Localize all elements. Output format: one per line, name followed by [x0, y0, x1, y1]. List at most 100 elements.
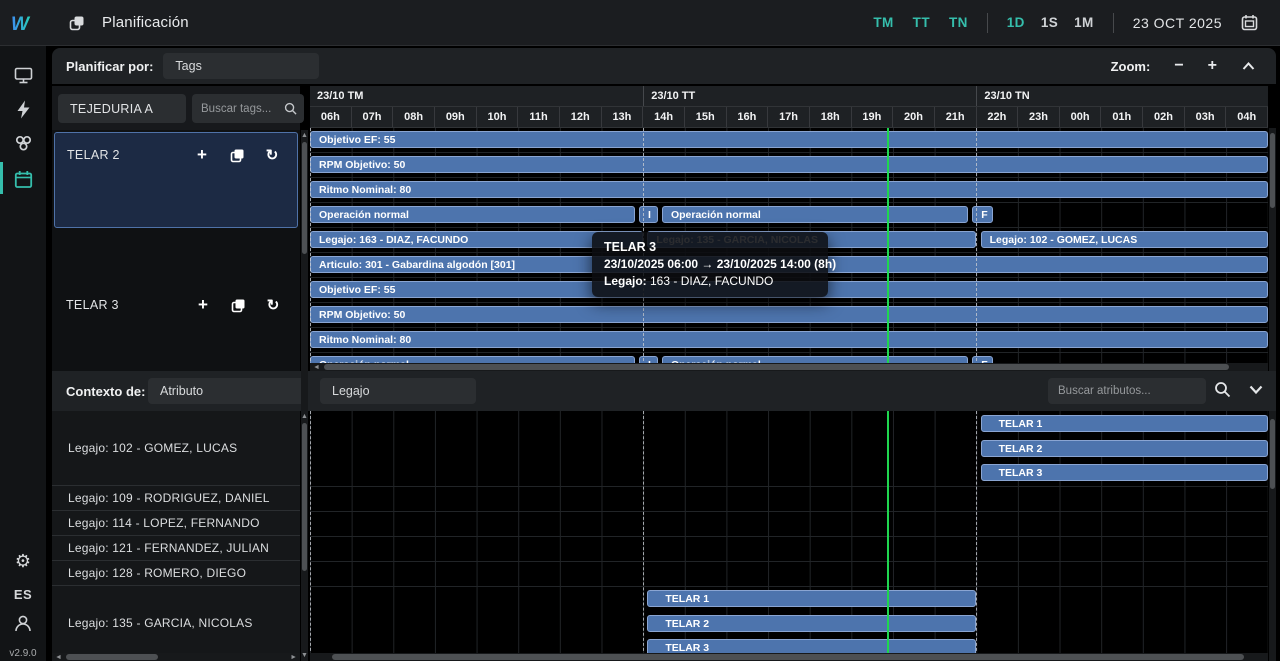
resource-vscrollbar: ▲ — [301, 130, 308, 417]
scrollbar-thumb[interactable] — [332, 654, 1244, 660]
scrollbar-thumb[interactable] — [302, 142, 307, 254]
sidebar-item-settings[interactable]: ⚙ — [0, 546, 46, 576]
context-attribute-select[interactable]: Atributo — [148, 378, 306, 404]
main-area: Planificar por: Tags Zoom: − + TEJEDURIA… — [46, 46, 1280, 661]
gantt-bar[interactable]: I — [639, 206, 658, 223]
gantt-bar[interactable]: TELAR 1 — [981, 415, 1268, 432]
current-time-line — [887, 411, 889, 661]
hour-cell: 18h — [810, 107, 852, 127]
expand-panel-button[interactable] — [1248, 384, 1264, 396]
scroll-right-arrow[interactable]: ► — [290, 654, 297, 661]
duplicate-icon[interactable] — [228, 146, 246, 164]
shift-segment: 23/10 TN — [976, 86, 1268, 106]
scroll-up-arrow[interactable]: ▲ — [301, 413, 308, 420]
resource-name: TELAR 2 — [67, 148, 120, 162]
tag-search-placeholder: Buscar tags... — [201, 103, 271, 115]
attribute-search-button[interactable] — [1214, 381, 1231, 398]
scrollbar-thumb[interactable] — [1270, 133, 1275, 208]
range-button-1d[interactable]: 1D — [1007, 15, 1025, 30]
gantt-bar[interactable]: RPM Objetivo: 50 — [310, 306, 1268, 323]
refresh-button[interactable]: ↻ — [263, 146, 281, 164]
refresh-button[interactable]: ↻ — [264, 296, 282, 314]
gantt-bar[interactable]: TELAR 2 — [981, 440, 1268, 457]
add-task-button[interactable]: + — [193, 146, 211, 164]
gantt-bar[interactable]: TELAR 2 — [647, 615, 976, 632]
list-item[interactable]: Legajo: 114 - LOPEZ, FERNANDO — [52, 511, 300, 536]
scrollbar-thumb[interactable] — [302, 423, 307, 571]
hour-cell: 17h — [768, 107, 810, 127]
shift-boundary-line — [643, 411, 644, 661]
chevron-down-icon — [1248, 384, 1264, 396]
sidebar-item-planning[interactable] — [0, 164, 46, 194]
resource-box[interactable]: TELAR 2+↻ — [54, 132, 298, 228]
list-item[interactable]: Legajo: 121 - FERNANDEZ, JULIAN — [52, 536, 300, 561]
scroll-up-arrow[interactable]: ▲ — [301, 132, 308, 139]
planner-mode-select[interactable]: Tags — [163, 53, 319, 79]
search-icon — [284, 102, 297, 115]
hour-cell: 08h — [393, 107, 435, 127]
range-button-1s[interactable]: 1S — [1041, 15, 1058, 30]
gantt-bar[interactable]: F — [972, 206, 993, 223]
app-logo[interactable]: W — [0, 12, 46, 34]
hour-cell: 10h — [477, 107, 519, 127]
add-task-button[interactable]: + — [194, 296, 212, 314]
duplicate-icon[interactable] — [229, 296, 247, 314]
hour-cell: 04h — [1226, 107, 1268, 127]
calendar-icon[interactable] — [1241, 14, 1258, 31]
shift-button-tn[interactable]: TN — [949, 15, 968, 30]
date-display: 23 OCT 2025 — [1133, 15, 1222, 31]
collapse-panel-button[interactable] — [1241, 60, 1256, 72]
shift-button-tt[interactable]: TT — [913, 15, 930, 30]
row-separator — [310, 586, 1268, 587]
language-selector[interactable]: ES — [0, 579, 46, 609]
divider — [1113, 13, 1114, 33]
monitor-icon — [14, 67, 33, 84]
list-item[interactable]: Legajo: 135 - GARCIA, NICOLAS — [52, 586, 300, 661]
context-chart-vscrollbar — [1269, 411, 1276, 661]
sidebar-item-monitor[interactable] — [0, 60, 46, 90]
gantt-bar[interactable]: TELAR 3 — [981, 464, 1268, 481]
scrollbar-thumb[interactable] — [66, 654, 158, 660]
hour-cell: 20h — [893, 107, 935, 127]
gantt-bar[interactable]: Operación normal — [310, 206, 635, 223]
shift-button-tm[interactable]: TM — [873, 15, 893, 30]
gantt-bar[interactable]: Legajo: 102 - GOMEZ, LUCAS — [981, 231, 1268, 248]
gantt-bar[interactable]: Operación normal — [662, 206, 968, 223]
gear-icon: ⚙ — [15, 552, 31, 570]
row-separator — [310, 561, 1268, 562]
gantt-bar[interactable]: Ritmo Nominal: 80 — [310, 181, 1268, 198]
sidebar-item-energy[interactable] — [0, 94, 46, 124]
sidebar-item-cluster[interactable] — [0, 128, 46, 158]
group-filter-button[interactable]: TEJEDURIA A — [58, 94, 186, 123]
tag-search-input[interactable]: Buscar tags... — [192, 94, 304, 123]
list-item[interactable]: Legajo: 109 - RODRIGUEZ, DANIEL — [52, 486, 300, 511]
pages-icon[interactable] — [68, 14, 86, 32]
gantt-row: RPM Objetivo: 50 — [310, 303, 1268, 328]
scrollbar-thumb[interactable] — [1270, 419, 1275, 489]
w-logo-icon: W — [10, 12, 36, 34]
zoom-out-button[interactable]: − — [1174, 58, 1183, 74]
gantt-bar[interactable]: Objetivo EF: 55 — [310, 131, 1268, 148]
gantt-bar[interactable]: Ritmo Nominal: 80 — [310, 331, 1268, 348]
shift-boundary-line — [310, 411, 311, 661]
zoom-in-button[interactable]: + — [1208, 58, 1217, 74]
hour-cell: 16h — [727, 107, 769, 127]
attribute-search-input[interactable]: Buscar atributos... — [1048, 378, 1206, 404]
hour-cell: 15h — [685, 107, 727, 127]
resource-name: TELAR 3 — [66, 298, 119, 312]
topbar-controls: TM TT TN 1D 1S 1M 23 OCT 2025 — [873, 13, 1280, 33]
resource-box[interactable]: TELAR 3 + ↻ — [54, 232, 298, 378]
planner-toolbar: Planificar por: Tags Zoom: − + — [52, 48, 1276, 84]
scrollbar-thumb[interactable] — [324, 364, 1229, 370]
lightning-icon — [16, 100, 31, 119]
context-entity-select[interactable]: Legajo — [320, 378, 476, 404]
resource-actions: +↻ — [193, 146, 281, 164]
shift-buttons: TM TT TN — [873, 15, 967, 30]
range-button-1m[interactable]: 1M — [1074, 15, 1094, 30]
gantt-bar[interactable]: RPM Objetivo: 50 — [310, 156, 1268, 173]
sidebar-item-profile[interactable] — [0, 608, 46, 638]
list-item[interactable]: Legajo: 128 - ROMERO, DIEGO — [52, 561, 300, 586]
gantt-bar[interactable]: TELAR 1 — [647, 590, 976, 607]
list-item[interactable]: Legajo: 102 - GOMEZ, LUCAS — [52, 411, 300, 486]
hour-header: 06h07h08h09h10h11h12h13h14h15h16h17h18h1… — [310, 107, 1268, 128]
